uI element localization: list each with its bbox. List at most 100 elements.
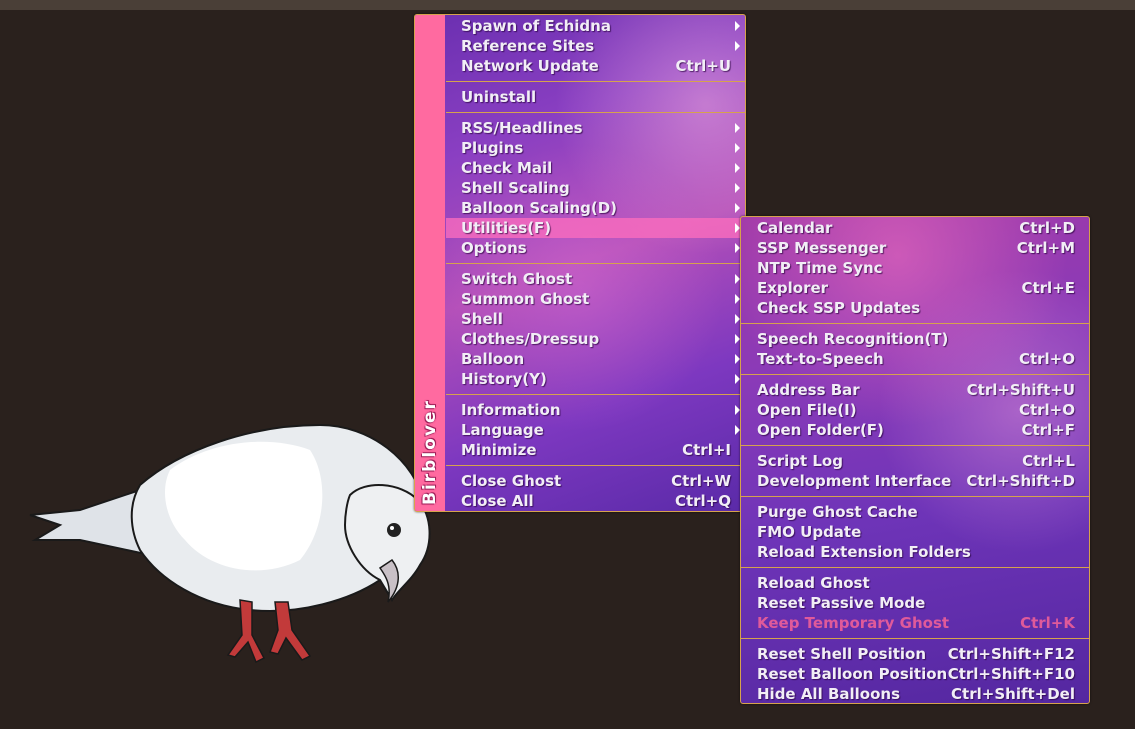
menu-item-shortcut: Ctrl+D [1019, 219, 1075, 237]
ghost-context-menu: Birblover Spawn of Echidna Reference Site… [414, 14, 746, 512]
menu-item-hide-all-balloons[interactable]: Hide All Balloons Ctrl+Shift+Del [741, 684, 1089, 703]
menu-item-label: Explorer [757, 279, 829, 297]
menu-item-options[interactable]: Options [446, 238, 745, 258]
menu-item-minimize[interactable]: Minimize Ctrl+I [446, 440, 745, 460]
menu-item-text-to-speech[interactable]: Text-to-Speech Ctrl+O [741, 349, 1089, 369]
menu-item-rss-headlines[interactable]: RSS/Headlines [446, 118, 745, 138]
menu-item-network-update[interactable]: Network Update Ctrl+U [446, 56, 745, 76]
menu-item-calendar[interactable]: Calendar Ctrl+D [741, 218, 1089, 238]
menu-separator [741, 369, 1089, 380]
menu-item-address-bar[interactable]: Address Bar Ctrl+Shift+U [741, 380, 1089, 400]
pigeon-ghost-shell[interactable] [20, 420, 440, 690]
menu-item-label: Balloon [461, 350, 525, 368]
menu-item-development-interface[interactable]: Development Interface Ctrl+Shift+D [741, 471, 1089, 491]
menu-item-label: Reset Shell Position [757, 645, 927, 663]
menu-item-shortcut: Ctrl+O [1018, 401, 1075, 419]
menu-item-label: Options [461, 239, 527, 257]
menu-separator [446, 76, 745, 87]
menu-item-open-file-i[interactable]: Open File(I) Ctrl+O [741, 400, 1089, 420]
menu-item-information[interactable]: Information [446, 400, 745, 420]
menu-item-spawn-of-echidna[interactable]: Spawn of Echidna [446, 16, 745, 36]
menu-item-label: Balloon Scaling(D) [461, 199, 618, 217]
menu-item-check-ssp-updates[interactable]: Check SSP Updates [741, 298, 1089, 318]
menu-item-label: Address Bar [757, 381, 860, 399]
menu-item-label: Open Folder(F) [757, 421, 884, 439]
menu-item-speech-recognition-t[interactable]: Speech Recognition(T) [741, 329, 1089, 349]
menu-item-label: Reset Passive Mode [757, 594, 926, 612]
menu-item-keep-temporary-ghost: Keep Temporary Ghost Ctrl+K [741, 613, 1089, 633]
menu-separator [446, 107, 745, 118]
menu-item-label: Clothes/Dressup [461, 330, 600, 348]
menu-item-language[interactable]: Language [446, 420, 745, 440]
menu-item-shortcut: Ctrl+Shift+F12 [947, 645, 1075, 663]
menu-separator [741, 440, 1089, 451]
menu-item-check-mail[interactable]: Check Mail [446, 158, 745, 178]
menu-item-label: Shell Scaling [461, 179, 570, 197]
submenu-arrow-icon [735, 21, 740, 31]
utilities-submenu: Calendar Ctrl+D SSP Messenger Ctrl+M NTP Tim… [740, 216, 1090, 704]
menu-item-plugins[interactable]: Plugins [446, 138, 745, 158]
menu-item-label: Uninstall [461, 88, 537, 106]
menu-item-ssp-messenger[interactable]: SSP Messenger Ctrl+M [741, 238, 1089, 258]
main-menu-items: Spawn of Echidna Reference Sites Network U… [446, 15, 745, 511]
submenu-arrow-icon [735, 143, 740, 153]
utilities-menu-items: Calendar Ctrl+D SSP Messenger Ctrl+M NTP Tim… [741, 217, 1089, 703]
menu-item-label: Reference Sites [461, 37, 595, 55]
menu-separator [446, 460, 745, 471]
menu-item-shortcut: Ctrl+M [1016, 239, 1075, 257]
submenu-arrow-icon [735, 203, 740, 213]
menu-separator [446, 389, 745, 400]
menu-item-shortcut: Ctrl+E [1021, 279, 1075, 297]
menu-item-label: Check SSP Updates [757, 299, 921, 317]
menu-item-reset-shell-position[interactable]: Reset Shell Position Ctrl+Shift+F12 [741, 644, 1089, 664]
menu-item-clothes-dressup[interactable]: Clothes/Dressup [446, 329, 745, 349]
menu-item-label: Spawn of Echidna [461, 17, 611, 35]
menu-item-label: Information [461, 401, 561, 419]
menu-item-balloon-scaling-d[interactable]: Balloon Scaling(D) [446, 198, 745, 218]
menu-item-shortcut: Ctrl+K [1020, 614, 1075, 632]
menu-item-label: Text-to-Speech [757, 350, 884, 368]
menu-item-label: Check Mail [461, 159, 553, 177]
menu-item-shortcut: Ctrl+F [1021, 421, 1075, 439]
menu-item-explorer[interactable]: Explorer Ctrl+E [741, 278, 1089, 298]
menu-item-label: Minimize [461, 441, 537, 459]
menu-item-label: Reload Extension Folders [757, 543, 971, 561]
menu-item-label: Hide All Balloons [757, 685, 900, 703]
menu-item-label: Close Ghost [461, 472, 562, 490]
menu-item-label: Speech Recognition(T) [757, 330, 949, 348]
menu-item-shell[interactable]: Shell [446, 309, 745, 329]
menu-item-fmo-update[interactable]: FMO Update [741, 522, 1089, 542]
menu-item-open-folder-f[interactable]: Open Folder(F) Ctrl+F [741, 420, 1089, 440]
menu-item-script-log[interactable]: Script Log Ctrl+L [741, 451, 1089, 471]
menu-item-utilities-f[interactable]: Utilities(F) [446, 218, 745, 238]
menu-item-reference-sites[interactable]: Reference Sites [446, 36, 745, 56]
menu-item-label: Close All [461, 492, 534, 510]
menu-item-shortcut: Ctrl+W [671, 472, 731, 490]
menu-item-label: SSP Messenger [757, 239, 887, 257]
menu-item-label: Development Interface [757, 472, 952, 490]
menu-item-label: Keep Temporary Ghost [757, 614, 950, 632]
menu-item-shortcut: Ctrl+L [1022, 452, 1075, 470]
menu-item-uninstall[interactable]: Uninstall [446, 87, 745, 107]
menu-item-close-all[interactable]: Close All Ctrl+Q [446, 491, 745, 511]
menu-item-label: RSS/Headlines [461, 119, 583, 137]
submenu-arrow-icon [735, 41, 740, 51]
menu-item-shortcut: Ctrl+Shift+U [966, 381, 1075, 399]
menu-item-reload-extension-folders[interactable]: Reload Extension Folders [741, 542, 1089, 562]
menu-item-switch-ghost[interactable]: Switch Ghost [446, 269, 745, 289]
menu-item-summon-ghost[interactable]: Summon Ghost [446, 289, 745, 309]
menu-item-history-y[interactable]: History(Y) [446, 369, 745, 389]
menu-item-purge-ghost-cache[interactable]: Purge Ghost Cache [741, 502, 1089, 522]
menu-item-close-ghost[interactable]: Close Ghost Ctrl+W [446, 471, 745, 491]
menu-item-shell-scaling[interactable]: Shell Scaling [446, 178, 745, 198]
menu-item-shortcut: Ctrl+U [675, 57, 731, 75]
menu-item-label: Language [461, 421, 544, 439]
menu-item-reset-balloon-position[interactable]: Reset Balloon Position Ctrl+Shift+F10 [741, 664, 1089, 684]
menu-item-shortcut: Ctrl+O [1018, 350, 1075, 368]
menu-item-shortcut: Ctrl+Shift+Del [951, 685, 1075, 703]
menu-item-reload-ghost[interactable]: Reload Ghost [741, 573, 1089, 593]
menu-item-ntp-time-sync[interactable]: NTP Time Sync [741, 258, 1089, 278]
menu-item-balloon[interactable]: Balloon [446, 349, 745, 369]
menu-item-shortcut: Ctrl+Shift+F10 [947, 665, 1075, 683]
menu-item-reset-passive-mode[interactable]: Reset Passive Mode [741, 593, 1089, 613]
